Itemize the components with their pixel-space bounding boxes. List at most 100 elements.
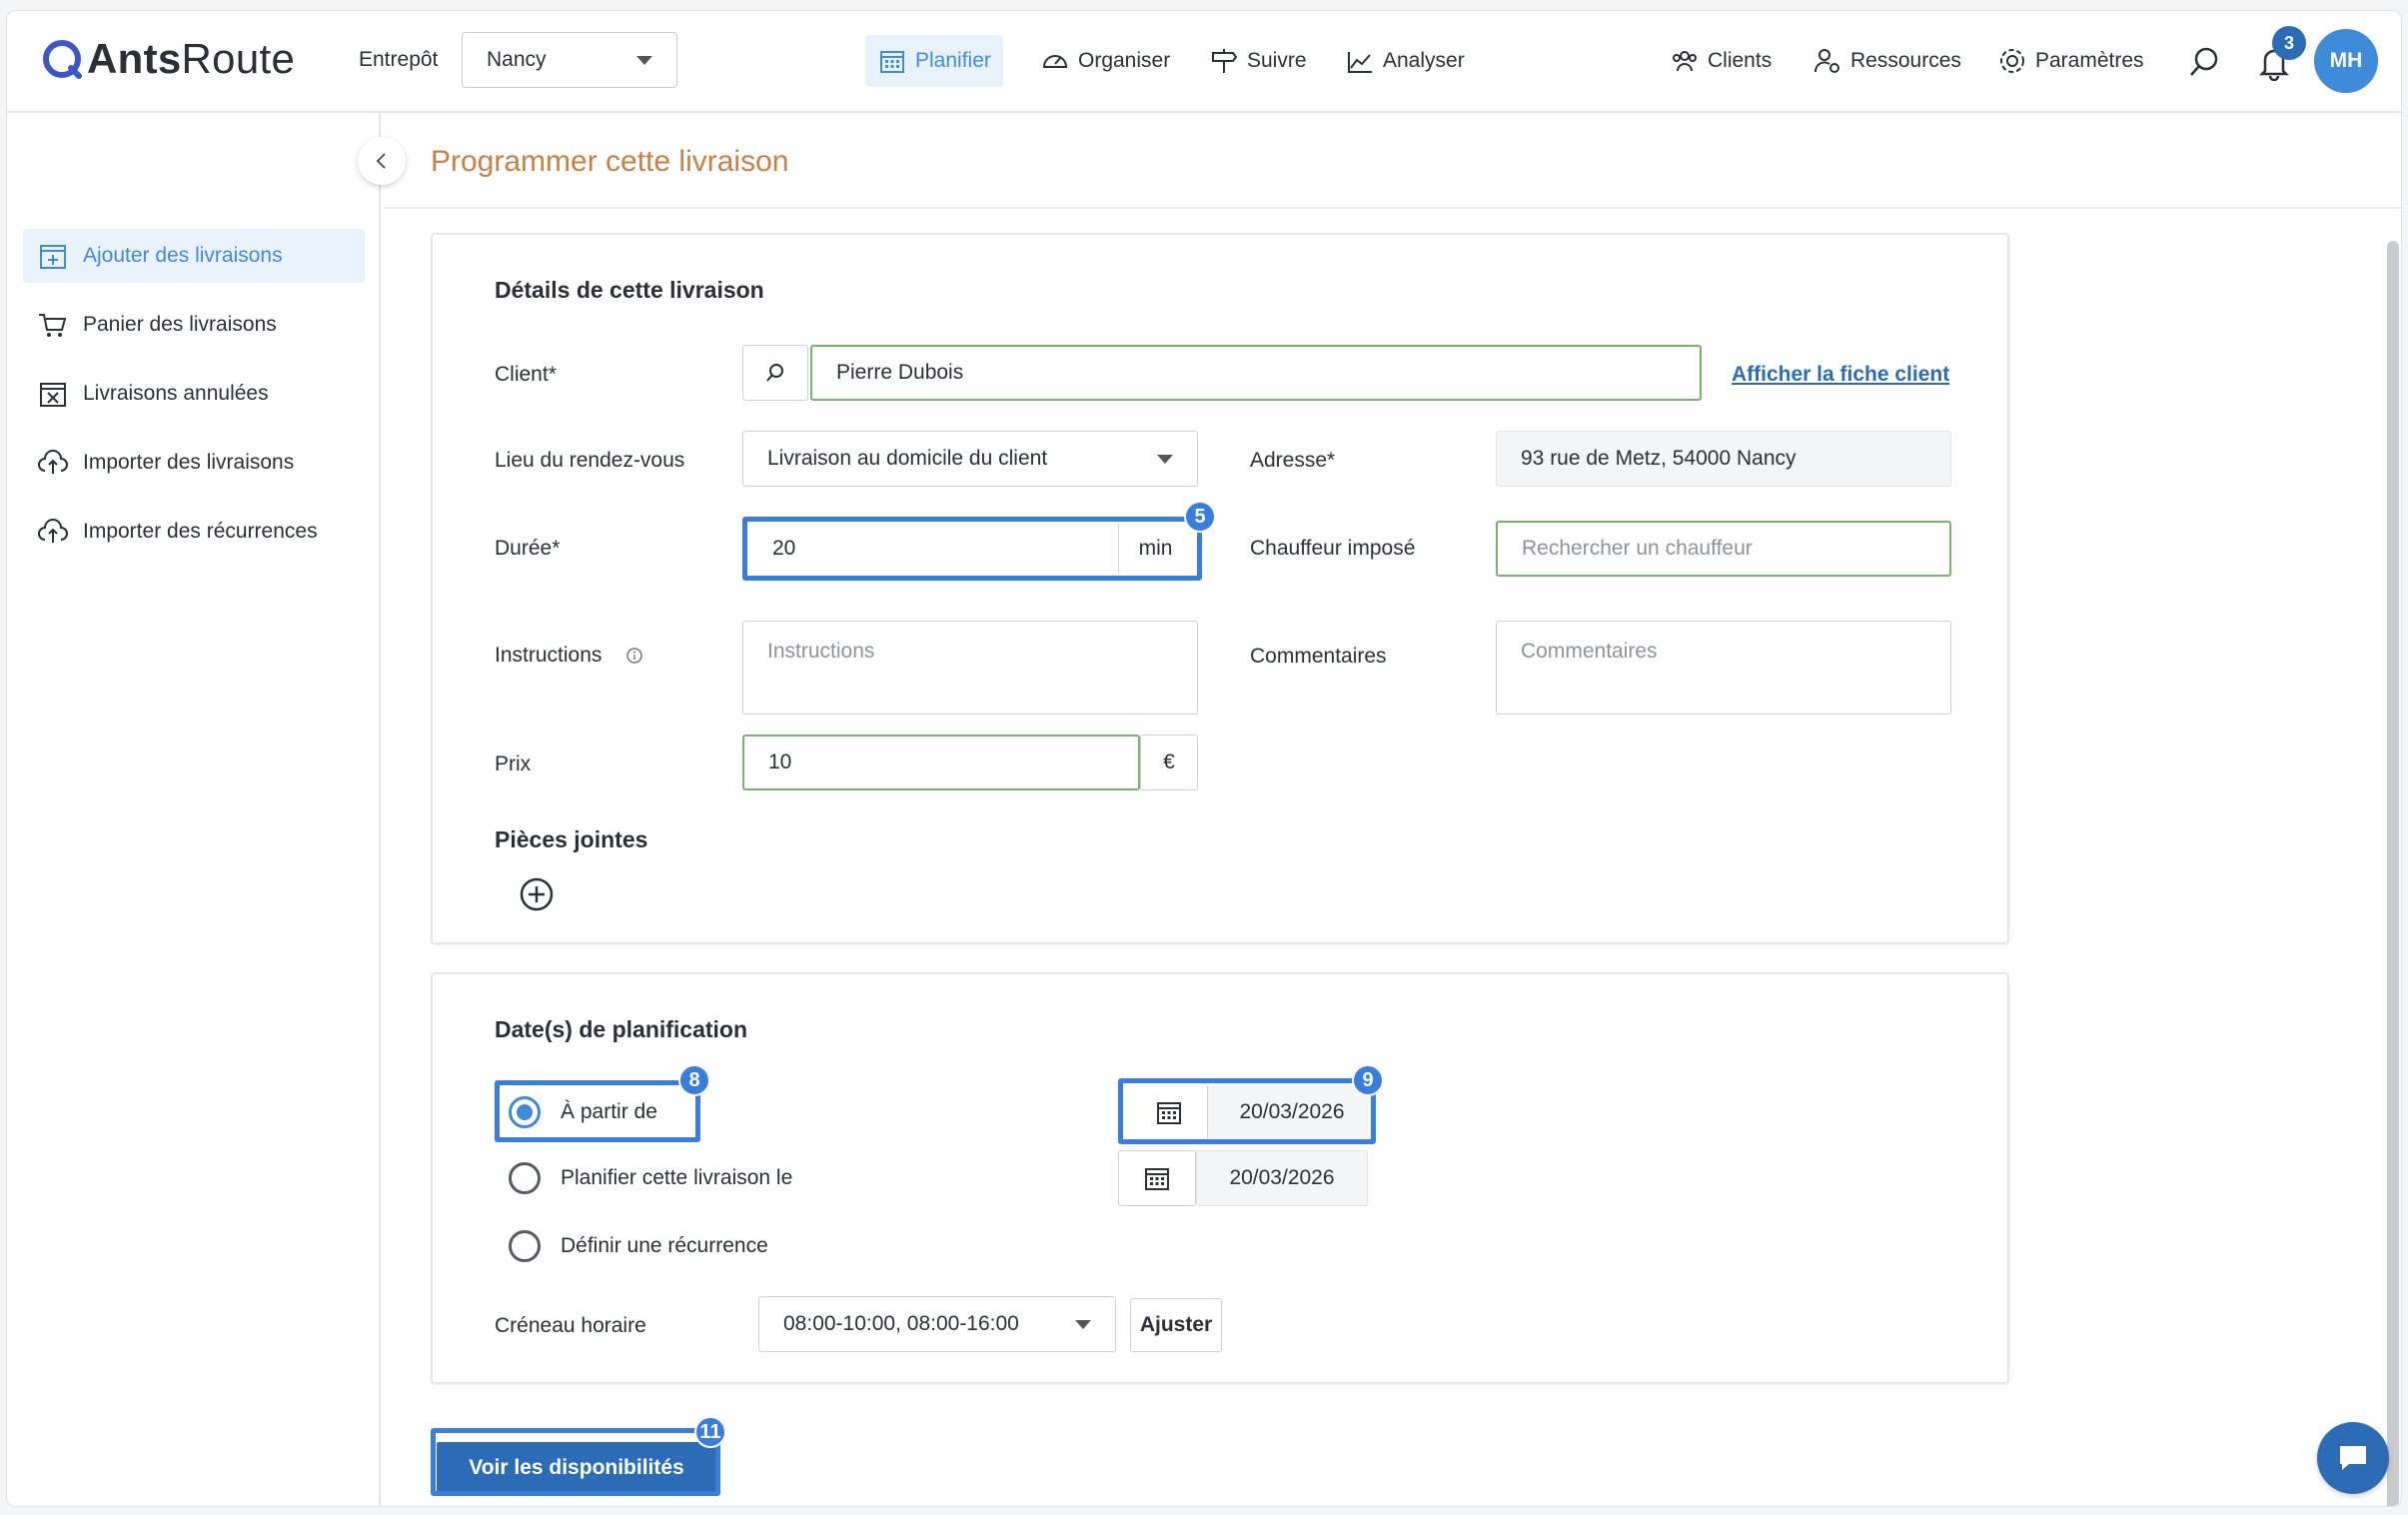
app-window: AntsRoute Entrepôt Nancy Planifier Organ…: [6, 10, 2402, 1507]
chevron-down-icon: [636, 55, 652, 65]
calendar-icon: [1145, 1168, 1169, 1190]
add-attachment-icon[interactable]: [519, 876, 555, 912]
nav-ressources-label: Ressources: [1850, 49, 1961, 72]
chat-button[interactable]: [2317, 1422, 2389, 1494]
sidebar: Ajouter des livraisons Panier des livrai…: [7, 113, 381, 1506]
nav-analyser[interactable]: Analyser: [1333, 35, 1477, 87]
sidebar-item-importer-recurrences[interactable]: Importer des récurrences: [23, 505, 365, 559]
nav-parametres-label: Paramètres: [2035, 49, 2144, 72]
sidebar-item-annulees[interactable]: Livraisons annulées: [23, 367, 365, 421]
instructions-label: Instructions: [495, 644, 602, 667]
planning-card: Date(s) de planification À partir de 8 2…: [431, 972, 2009, 1384]
adresse-field[interactable]: 93 rue de Metz, 54000 Nancy: [1496, 431, 1951, 487]
collapse-sidebar-button[interactable]: [358, 137, 406, 185]
sidebar-item-ajouter[interactable]: Ajouter des livraisons: [23, 229, 365, 283]
calendar-icon: [880, 51, 904, 73]
nav-clients[interactable]: Clients: [1658, 35, 1784, 87]
step-highlight-from-option: [495, 1080, 700, 1142]
user-gear-icon: [1814, 49, 1839, 73]
nav-suivre[interactable]: Suivre: [1197, 35, 1319, 87]
calendar-button[interactable]: [1118, 1150, 1196, 1206]
details-title: Détails de cette livraison: [495, 277, 764, 303]
search-icon: [766, 364, 783, 382]
nav-analyser-label: Analyser: [1383, 49, 1465, 72]
chevron-down-icon: [1157, 454, 1173, 464]
step-badge: 9: [1352, 1064, 1384, 1096]
logo-icon: [43, 40, 82, 79]
gauge-icon: [1042, 55, 1068, 68]
instructions-placeholder: Instructions: [767, 640, 875, 663]
step-highlight-from-date: [1118, 1078, 1376, 1144]
top-bar: AntsRoute Entrepôt Nancy Planifier Organ…: [7, 11, 2401, 113]
details-card: Détails de cette livraison Client* Pierr…: [431, 233, 2009, 944]
ajuster-label: Ajuster: [1139, 1313, 1213, 1336]
nav-planifier-label: Planifier: [915, 49, 991, 72]
cloud-upload-icon: [38, 519, 68, 543]
entrepot-select[interactable]: Nancy: [462, 32, 677, 88]
chauffeur-placeholder: Rechercher un chauffeur: [1522, 537, 1753, 560]
signpost-icon: [1212, 49, 1238, 73]
adresse-label: Adresse*: [1250, 449, 1336, 472]
radio-planifier-le[interactable]: [509, 1162, 541, 1194]
cloud-upload-icon: [38, 450, 68, 474]
search-icon[interactable]: [2187, 45, 2221, 79]
nav-parametres[interactable]: Paramètres: [1985, 35, 2156, 87]
nav-planifier[interactable]: Planifier: [865, 35, 1003, 87]
avatar[interactable]: MH: [2314, 29, 2378, 93]
client-input[interactable]: Pierre Dubois: [810, 345, 1702, 401]
sidebar-item-panier[interactable]: Panier des livraisons: [23, 298, 365, 352]
instructions-textarea[interactable]: Instructions: [742, 621, 1198, 715]
prix-unit-text: €: [1163, 751, 1175, 773]
client-sheet-link[interactable]: Afficher la fiche client: [1732, 363, 1949, 387]
nav-organiser[interactable]: Organiser: [1028, 35, 1182, 87]
nav-ressources[interactable]: Ressources: [1801, 35, 1973, 87]
option-on-label[interactable]: Planifier cette livraison le: [561, 1166, 792, 1190]
step-highlight-duree: [742, 517, 1202, 581]
ajuster-button[interactable]: Ajuster: [1130, 1298, 1222, 1352]
logo-text: AntsRoute: [87, 35, 296, 82]
creneau-select[interactable]: 08:00-10:00, 08:00-16:00: [758, 1296, 1116, 1352]
creneau-label: Créneau horaire: [495, 1314, 646, 1337]
info-icon[interactable]: [624, 646, 644, 666]
prix-unit: €: [1140, 735, 1198, 790]
sidebar-item-importer-livraisons[interactable]: Importer des livraisons: [23, 436, 365, 490]
cart-icon: [39, 314, 67, 337]
pieces-title: Pièces jointes: [495, 826, 648, 852]
users-icon: [1673, 51, 1697, 72]
lieu-select[interactable]: Livraison au domicile du client: [742, 431, 1198, 487]
client-search-button[interactable]: [742, 345, 808, 401]
calendar-cancel-icon: [40, 383, 66, 407]
lieu-value: Livraison au domicile du client: [767, 447, 1048, 470]
nav-organiser-label: Organiser: [1078, 49, 1171, 72]
divider: [383, 207, 2401, 209]
prix-value: 10: [768, 751, 792, 773]
prix-input[interactable]: 10: [742, 735, 1140, 790]
sidebar-item-label: Livraisons annulées: [83, 382, 269, 405]
sidebar-item-label: Ajouter des livraisons: [83, 244, 283, 267]
commentaires-textarea[interactable]: Commentaires: [1496, 621, 1951, 715]
calendar-plus-icon: [40, 245, 66, 269]
antsroute-logo[interactable]: AntsRoute: [41, 35, 295, 83]
step-badge: 8: [678, 1064, 710, 1096]
prix-label: Prix: [495, 753, 532, 775]
chauffeur-input[interactable]: Rechercher un chauffeur: [1496, 521, 1951, 577]
client-value: Pierre Dubois: [836, 361, 964, 384]
entrepot-label: Entrepôt: [359, 48, 439, 71]
step-highlight-voir: [431, 1428, 720, 1496]
gear-icon: [2000, 49, 2024, 73]
planning-title: Date(s) de planification: [495, 1016, 748, 1042]
option-recurrence-label[interactable]: Définir une récurrence: [561, 1234, 768, 1258]
chauffeur-label: Chauffeur imposé: [1250, 537, 1416, 560]
chevron-down-icon: [1075, 1319, 1091, 1329]
scrollbar[interactable]: [2387, 241, 2399, 1506]
chat-icon: [2340, 1446, 2366, 1470]
entrepot-value: Nancy: [487, 48, 547, 71]
radio-recurrence[interactable]: [509, 1230, 541, 1262]
chevron-left-icon: [376, 153, 386, 169]
date-on-field[interactable]: 20/03/2026: [1196, 1150, 1368, 1206]
sidebar-item-label: Importer des récurrences: [83, 520, 318, 543]
duree-label: Durée*: [495, 537, 561, 560]
chart-icon: [1348, 52, 1372, 73]
step-badge: 5: [1184, 501, 1216, 533]
commentaires-label: Commentaires: [1250, 645, 1387, 668]
